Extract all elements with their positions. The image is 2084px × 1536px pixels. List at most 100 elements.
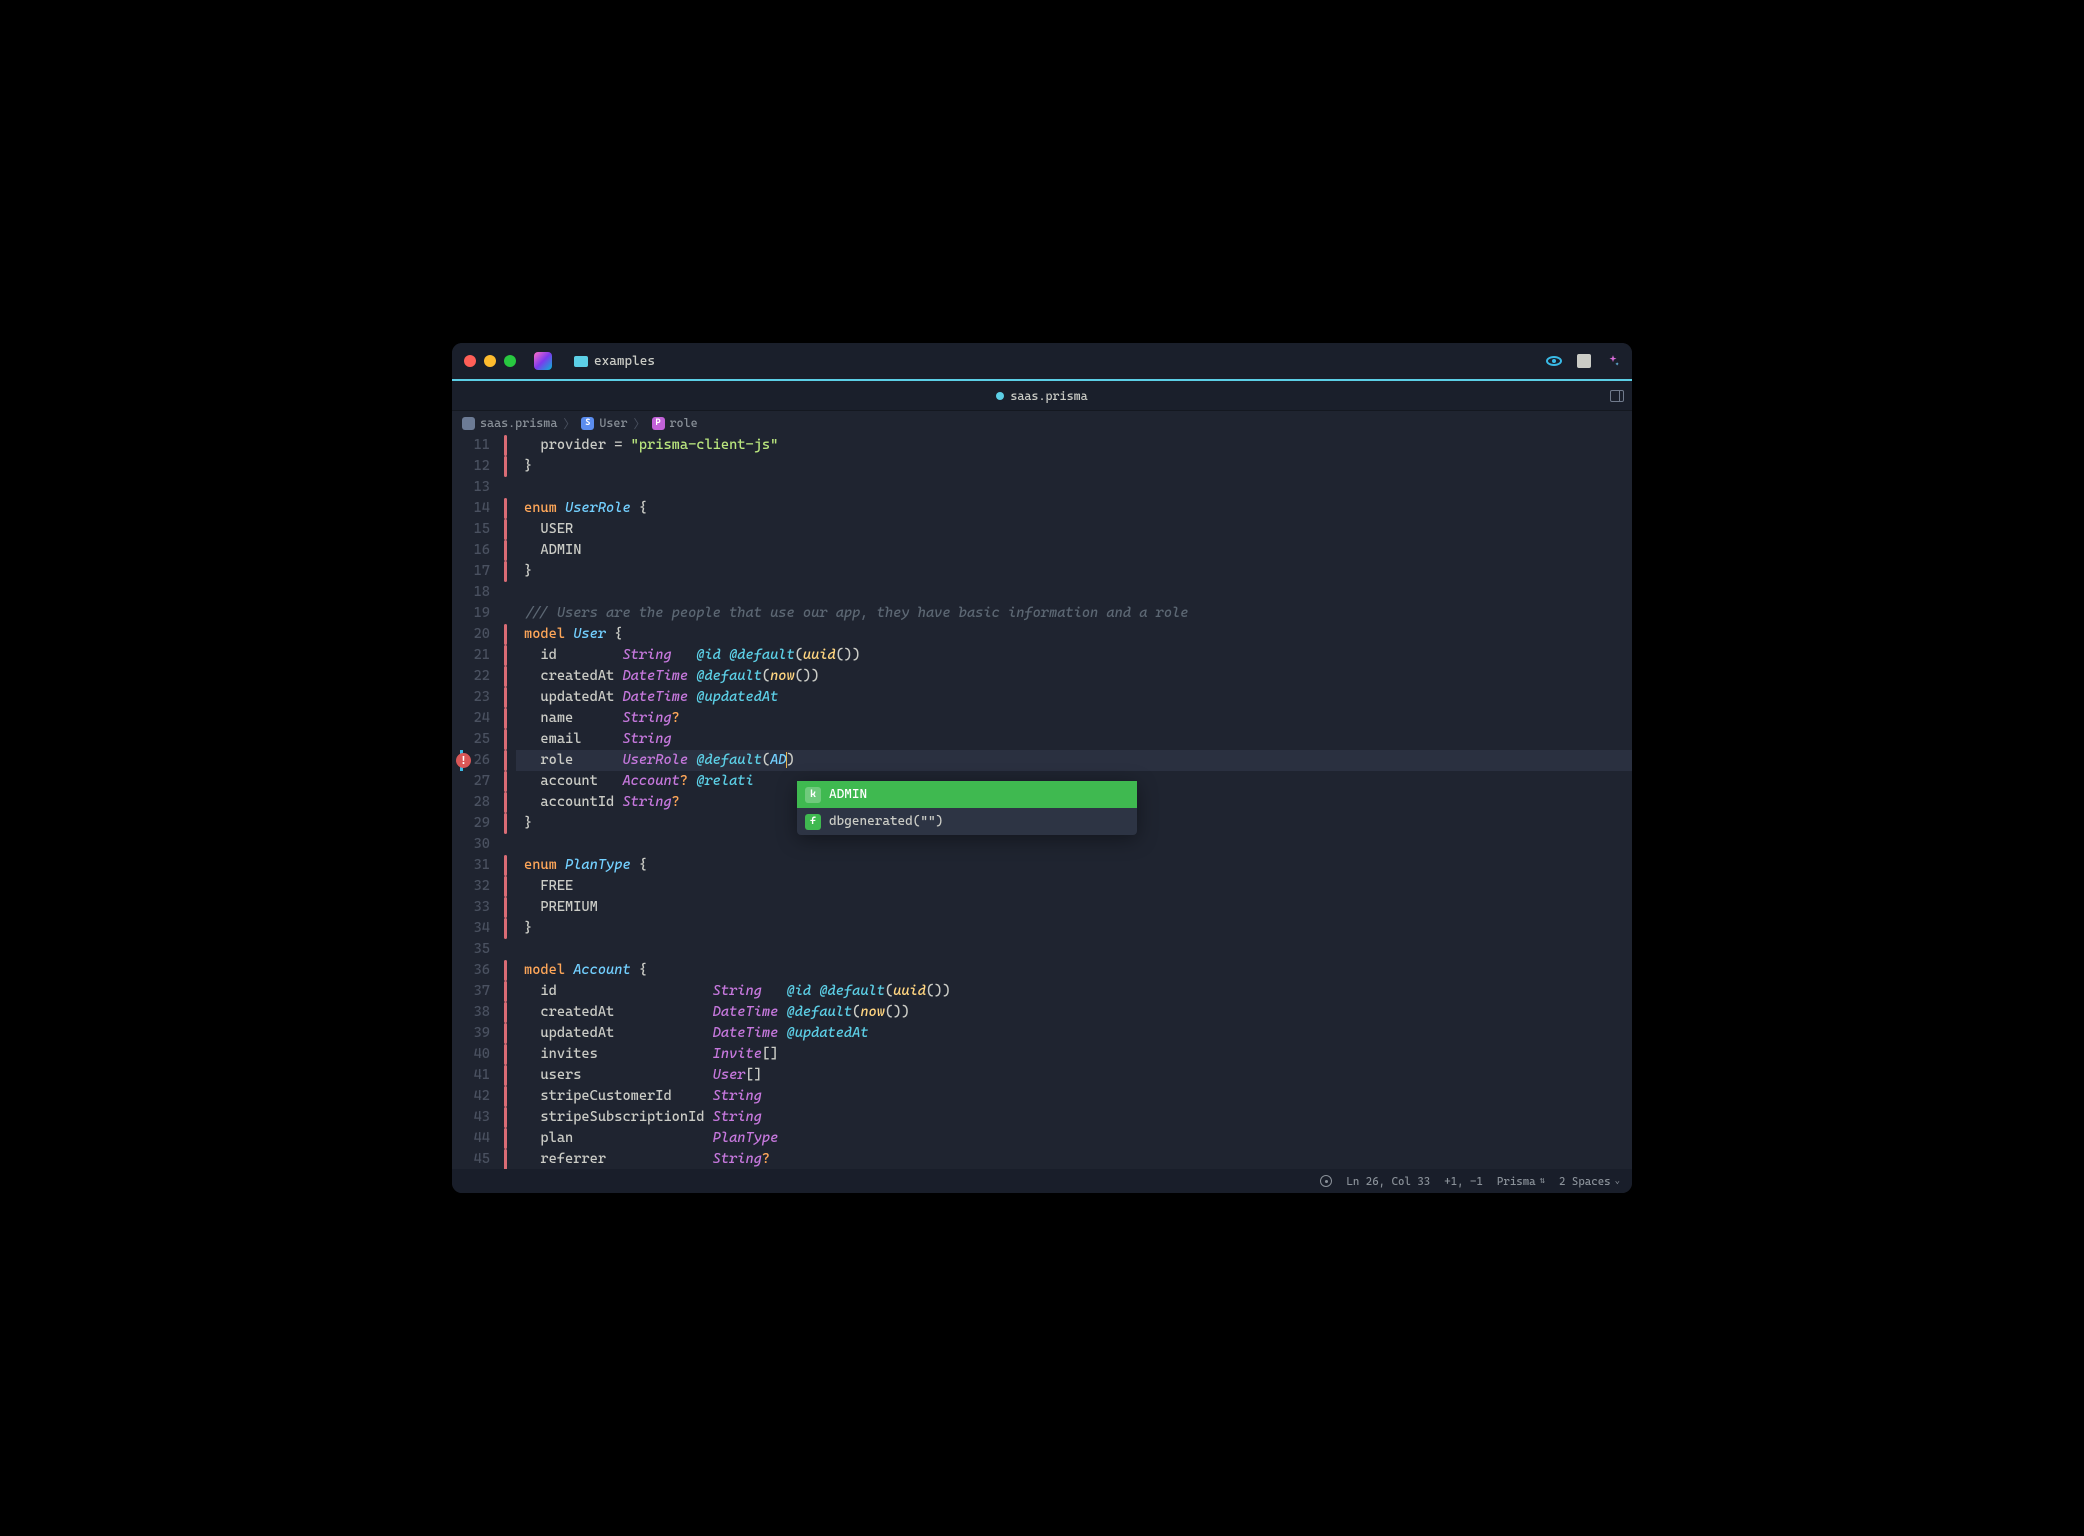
line-number[interactable]: 39 [452, 1023, 490, 1044]
autocomplete-popup[interactable]: kADMINfdbgenerated("") [797, 781, 1137, 835]
line-number[interactable]: 41 [452, 1065, 490, 1086]
code-line[interactable]: id String @id @default(uuid()) [516, 645, 1632, 666]
line-number[interactable]: 15 [452, 519, 490, 540]
line-number[interactable]: 21 [452, 645, 490, 666]
fold-indicator-icon[interactable] [504, 1065, 507, 1086]
fold-indicator-icon[interactable] [504, 960, 507, 981]
fold-indicator-icon[interactable] [504, 981, 507, 1002]
code-line[interactable]: plan PlanType [516, 1128, 1632, 1149]
line-number[interactable]: 24 [452, 708, 490, 729]
line-number[interactable]: 36 [452, 960, 490, 981]
line-number[interactable]: 22 [452, 666, 490, 687]
fold-indicator-icon[interactable] [504, 687, 507, 708]
fold-indicator-icon[interactable] [504, 750, 507, 771]
code-line[interactable]: id String @id @default(uuid()) [516, 981, 1632, 1002]
line-number[interactable]: 20 [452, 624, 490, 645]
fold-indicator-icon[interactable] [504, 792, 507, 813]
line-number[interactable]: 25 [452, 729, 490, 750]
code-line[interactable]: updatedAt DateTime @updatedAt [516, 687, 1632, 708]
code-line[interactable]: email String [516, 729, 1632, 750]
line-number[interactable]: 30 [452, 834, 490, 855]
line-number[interactable]: 38 [452, 1002, 490, 1023]
code-line[interactable]: enum PlanType { [516, 855, 1632, 876]
breadcrumb-item[interactable]: saas.prisma [462, 416, 557, 430]
line-number[interactable]: 17 [452, 561, 490, 582]
fold-indicator-icon[interactable] [504, 645, 507, 666]
code-line[interactable] [516, 939, 1632, 960]
line-number[interactable]: 33 [452, 897, 490, 918]
code-line[interactable]: model Account { [516, 960, 1632, 981]
line-number[interactable]: 42 [452, 1086, 490, 1107]
error-icon[interactable] [456, 753, 471, 768]
code-line[interactable]: createdAt DateTime @default(now()) [516, 1002, 1632, 1023]
close-button[interactable] [464, 355, 476, 367]
line-number[interactable]: 18 [452, 582, 490, 603]
fold-indicator-icon[interactable] [504, 855, 507, 876]
line-number[interactable]: 44 [452, 1128, 490, 1149]
code-line[interactable]: users User[] [516, 1065, 1632, 1086]
code-line[interactable]: FREE [516, 876, 1632, 897]
fold-indicator-icon[interactable] [504, 1086, 507, 1107]
breadcrumb-item[interactable]: Prole [652, 416, 698, 430]
fold-indicator-icon[interactable] [504, 876, 507, 897]
fold-indicator-icon[interactable] [504, 1128, 507, 1149]
fold-indicator-icon[interactable] [504, 918, 507, 939]
line-number[interactable]: 23 [452, 687, 490, 708]
fold-indicator-icon[interactable] [504, 456, 507, 477]
panel-icon[interactable] [1576, 353, 1592, 369]
code-line[interactable]: enum UserRole { [516, 498, 1632, 519]
fold-indicator-icon[interactable] [504, 519, 507, 540]
fold-indicator-icon[interactable] [504, 561, 507, 582]
code-line[interactable]: USER [516, 519, 1632, 540]
code-line[interactable]: stripeSubscriptionId String [516, 1107, 1632, 1128]
split-layout-icon[interactable] [1610, 390, 1624, 402]
fold-indicator-icon[interactable] [504, 897, 507, 918]
cursor-target-button[interactable] [1320, 1175, 1332, 1187]
code-line[interactable]: ADMIN [516, 540, 1632, 561]
preview-icon[interactable] [1546, 353, 1562, 369]
line-number[interactable]: 40 [452, 1044, 490, 1065]
fold-indicator-icon[interactable] [504, 813, 507, 834]
fold-indicator-icon[interactable] [504, 729, 507, 750]
code-line[interactable]: stripeCustomerId String [516, 1086, 1632, 1107]
autocomplete-item[interactable]: fdbgenerated("") [797, 808, 1137, 835]
code-line[interactable]: name String? [516, 708, 1632, 729]
line-number[interactable]: 37 [452, 981, 490, 1002]
line-number[interactable]: 28 [452, 792, 490, 813]
fold-indicator-icon[interactable] [504, 498, 507, 519]
ai-sparkle-icon[interactable] [1606, 354, 1620, 368]
fold-indicator-icon[interactable] [504, 666, 507, 687]
code-line[interactable]: PREMIUM [516, 897, 1632, 918]
code-line[interactable]: /// Users are the people that use our ap… [516, 603, 1632, 624]
fold-indicator-icon[interactable] [504, 1023, 507, 1044]
fold-indicator-icon[interactable] [504, 1149, 507, 1169]
line-number[interactable]: 13 [452, 477, 490, 498]
code-line[interactable] [516, 582, 1632, 603]
editor-area[interactable]: 1112131415161718192021222324252627282930… [452, 435, 1632, 1169]
file-tab[interactable]: saas.prisma [996, 389, 1087, 403]
code-line[interactable]: invites Invite[] [516, 1044, 1632, 1065]
cursor-position[interactable]: Ln 26, Col 33 [1346, 1175, 1430, 1188]
fold-indicator-icon[interactable] [504, 1107, 507, 1128]
line-number[interactable]: 14 [452, 498, 490, 519]
line-number[interactable]: 11 [452, 435, 490, 456]
line-number[interactable]: 32 [452, 876, 490, 897]
line-number[interactable]: 43 [452, 1107, 490, 1128]
code-line[interactable]: } [516, 918, 1632, 939]
code-line[interactable] [516, 477, 1632, 498]
fold-indicator-icon[interactable] [504, 1044, 507, 1065]
code-line[interactable]: updatedAt DateTime @updatedAt [516, 1023, 1632, 1044]
code-line[interactable]: } [516, 561, 1632, 582]
line-number[interactable]: 45 [452, 1149, 490, 1169]
code-line[interactable]: provider = "prisma-client-js" [516, 435, 1632, 456]
code-line[interactable] [516, 834, 1632, 855]
fold-indicator-icon[interactable] [504, 1002, 507, 1023]
code-line[interactable]: createdAt DateTime @default(now()) [516, 666, 1632, 687]
language-mode[interactable]: Prisma ⇅ [1497, 1175, 1545, 1188]
code-line[interactable]: } [516, 456, 1632, 477]
line-number[interactable]: 29 [452, 813, 490, 834]
maximize-button[interactable] [504, 355, 516, 367]
line-number[interactable]: 27 [452, 771, 490, 792]
line-number[interactable]: 31 [452, 855, 490, 876]
fold-indicator-icon[interactable] [504, 771, 507, 792]
